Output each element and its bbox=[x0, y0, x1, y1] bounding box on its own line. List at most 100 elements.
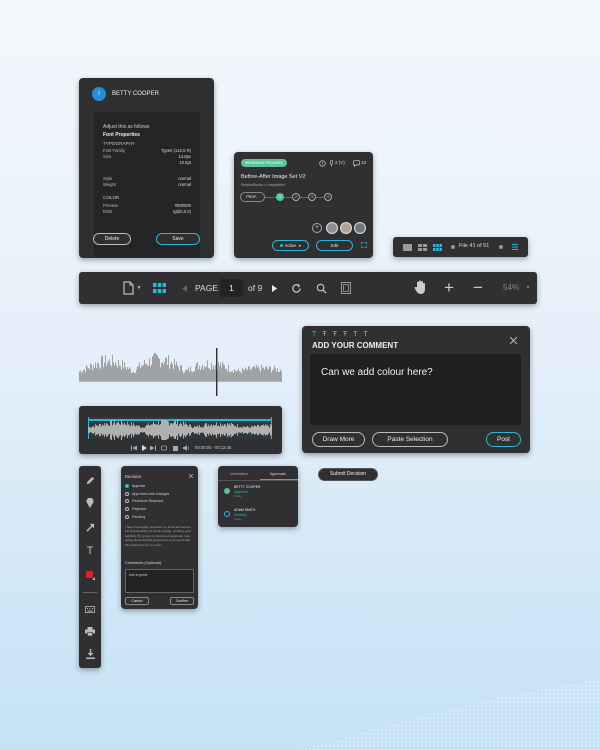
decision-option-approve[interactable]: Approve bbox=[125, 482, 195, 490]
comment-icon bbox=[352, 159, 360, 167]
save-button[interactable]: Save bbox=[156, 233, 200, 245]
close-icon[interactable] bbox=[187, 472, 194, 479]
workflow-step[interactable]: 4 bbox=[324, 193, 332, 201]
decision-option[interactable]: Approved with changes bbox=[125, 490, 195, 498]
filmstrip-view-icon[interactable] bbox=[432, 242, 442, 252]
download-icon[interactable] bbox=[84, 648, 96, 660]
keyboard-icon[interactable] bbox=[84, 603, 96, 615]
arrow-icon[interactable] bbox=[84, 521, 96, 533]
decision-option[interactable]: Revisions Required bbox=[125, 498, 195, 506]
waveform-bar bbox=[230, 372, 231, 382]
paste-selection-button[interactable]: Paste Selection bbox=[372, 432, 448, 447]
align-right-icon[interactable]: Ŧ bbox=[343, 330, 347, 338]
zoom-in-icon[interactable]: + bbox=[441, 278, 457, 297]
skip-forward-icon[interactable] bbox=[150, 445, 156, 451]
loop-icon[interactable] bbox=[161, 445, 167, 451]
previous-file-dot-icon[interactable] bbox=[451, 245, 455, 249]
align-left-icon[interactable]: Ŧ bbox=[322, 330, 326, 338]
fit-page-icon[interactable] bbox=[339, 281, 353, 295]
draw-more-button[interactable]: Draw More bbox=[312, 432, 365, 447]
next-file-dot-icon[interactable] bbox=[499, 245, 503, 249]
waveform-bar bbox=[92, 370, 93, 382]
waveform-bar bbox=[237, 370, 238, 382]
chevron-down-icon[interactable]: ▼ bbox=[136, 284, 142, 292]
waveform-bar bbox=[167, 420, 168, 440]
file-icon[interactable] bbox=[121, 281, 135, 295]
menu-icon[interactable] bbox=[510, 242, 520, 252]
thumbnail-grid-icon[interactable] bbox=[152, 281, 166, 295]
decision-option[interactable]: Rejected bbox=[125, 505, 195, 513]
waveform[interactable] bbox=[79, 348, 282, 396]
waveform-bar bbox=[95, 424, 96, 436]
text-style-icon[interactable]: T bbox=[312, 330, 316, 338]
decision-option[interactable]: Pending bbox=[125, 513, 195, 521]
waveform-bar bbox=[98, 363, 99, 382]
waveform-bar bbox=[261, 364, 262, 382]
status-dropdown[interactable]: Active ▼ bbox=[272, 240, 309, 251]
align-center-icon[interactable]: Ŧ bbox=[333, 330, 337, 338]
page-number-input[interactable]: 1 bbox=[220, 279, 243, 297]
stop-icon[interactable] bbox=[172, 445, 178, 451]
close-icon[interactable] bbox=[508, 335, 518, 345]
skip-back-icon[interactable] bbox=[131, 445, 137, 451]
waveform-bar bbox=[137, 426, 138, 434]
zoom-level[interactable]: 54% bbox=[503, 283, 519, 292]
avatar bbox=[340, 222, 352, 234]
tab-information[interactable]: Information bbox=[230, 472, 248, 476]
waveform-bar bbox=[257, 424, 258, 436]
waveform-bar bbox=[212, 426, 213, 434]
waveform-bar bbox=[210, 370, 211, 382]
waveform-bar bbox=[223, 364, 224, 382]
waveform-bar bbox=[114, 365, 115, 382]
waveform-bar bbox=[98, 426, 99, 434]
pin-icon[interactable] bbox=[84, 497, 96, 509]
workflow-step[interactable]: 2 bbox=[292, 193, 300, 201]
hand-pan-icon[interactable] bbox=[412, 279, 428, 296]
waveform-bar bbox=[158, 357, 159, 382]
zoom-out-icon[interactable]: − bbox=[470, 278, 486, 297]
waveform-bar bbox=[275, 368, 276, 382]
play-icon[interactable] bbox=[141, 445, 147, 451]
tab-approvals[interactable]: Approvals bbox=[270, 472, 286, 476]
playhead[interactable] bbox=[216, 348, 218, 396]
edit-button[interactable]: Edit bbox=[316, 240, 353, 251]
refresh-icon[interactable] bbox=[289, 281, 303, 295]
previous-page-icon[interactable] bbox=[180, 283, 188, 293]
waveform-bar bbox=[153, 354, 154, 382]
list-view-icon[interactable] bbox=[402, 242, 412, 252]
volume-icon[interactable] bbox=[183, 445, 190, 451]
waveform-bar bbox=[238, 427, 239, 433]
workflow-step[interactable]: 3 bbox=[308, 193, 316, 201]
stage-pill[interactable]: PROF... bbox=[240, 192, 265, 202]
text-bold-icon[interactable]: T bbox=[353, 330, 357, 338]
waveform-bar bbox=[213, 365, 214, 382]
style-rows: Style normal Weight normal bbox=[103, 176, 191, 188]
search-icon[interactable] bbox=[314, 281, 328, 295]
next-page-icon[interactable] bbox=[270, 283, 278, 293]
print-icon[interactable] bbox=[84, 625, 96, 637]
post-button[interactable]: Post bbox=[486, 432, 521, 447]
radio-icon bbox=[125, 507, 129, 512]
grid-view-icon[interactable] bbox=[417, 242, 427, 252]
comments-field[interactable]: this is great bbox=[125, 569, 194, 593]
text-tool-icon[interactable]: T bbox=[84, 545, 96, 557]
waveform[interactable] bbox=[88, 420, 272, 440]
waveform-bar bbox=[253, 366, 254, 382]
expand-icon[interactable] bbox=[360, 241, 368, 249]
comment-textarea[interactable]: Can we add colour here? bbox=[310, 354, 521, 425]
waveform-bar bbox=[168, 421, 169, 439]
submit-decision-button[interactable]: Submit Decision bbox=[318, 468, 378, 481]
waveform-bar bbox=[156, 354, 157, 382]
delete-button[interactable]: Delete bbox=[93, 233, 131, 245]
text-italic-icon[interactable]: T bbox=[363, 330, 367, 338]
chevron-down-icon[interactable]: ▼ bbox=[525, 284, 531, 292]
color-picker-icon[interactable] bbox=[84, 569, 96, 581]
cancel-button[interactable]: Cancel bbox=[125, 597, 149, 605]
waveform-bar bbox=[222, 361, 223, 382]
add-reviewer-icon[interactable]: + bbox=[312, 223, 322, 233]
workflow-step[interactable]: 1 bbox=[276, 193, 284, 201]
waveform-bar bbox=[200, 370, 201, 382]
pencil-icon[interactable] bbox=[84, 474, 96, 486]
confirm-button[interactable]: Confirm bbox=[170, 597, 194, 605]
waveform-bar bbox=[245, 427, 246, 433]
